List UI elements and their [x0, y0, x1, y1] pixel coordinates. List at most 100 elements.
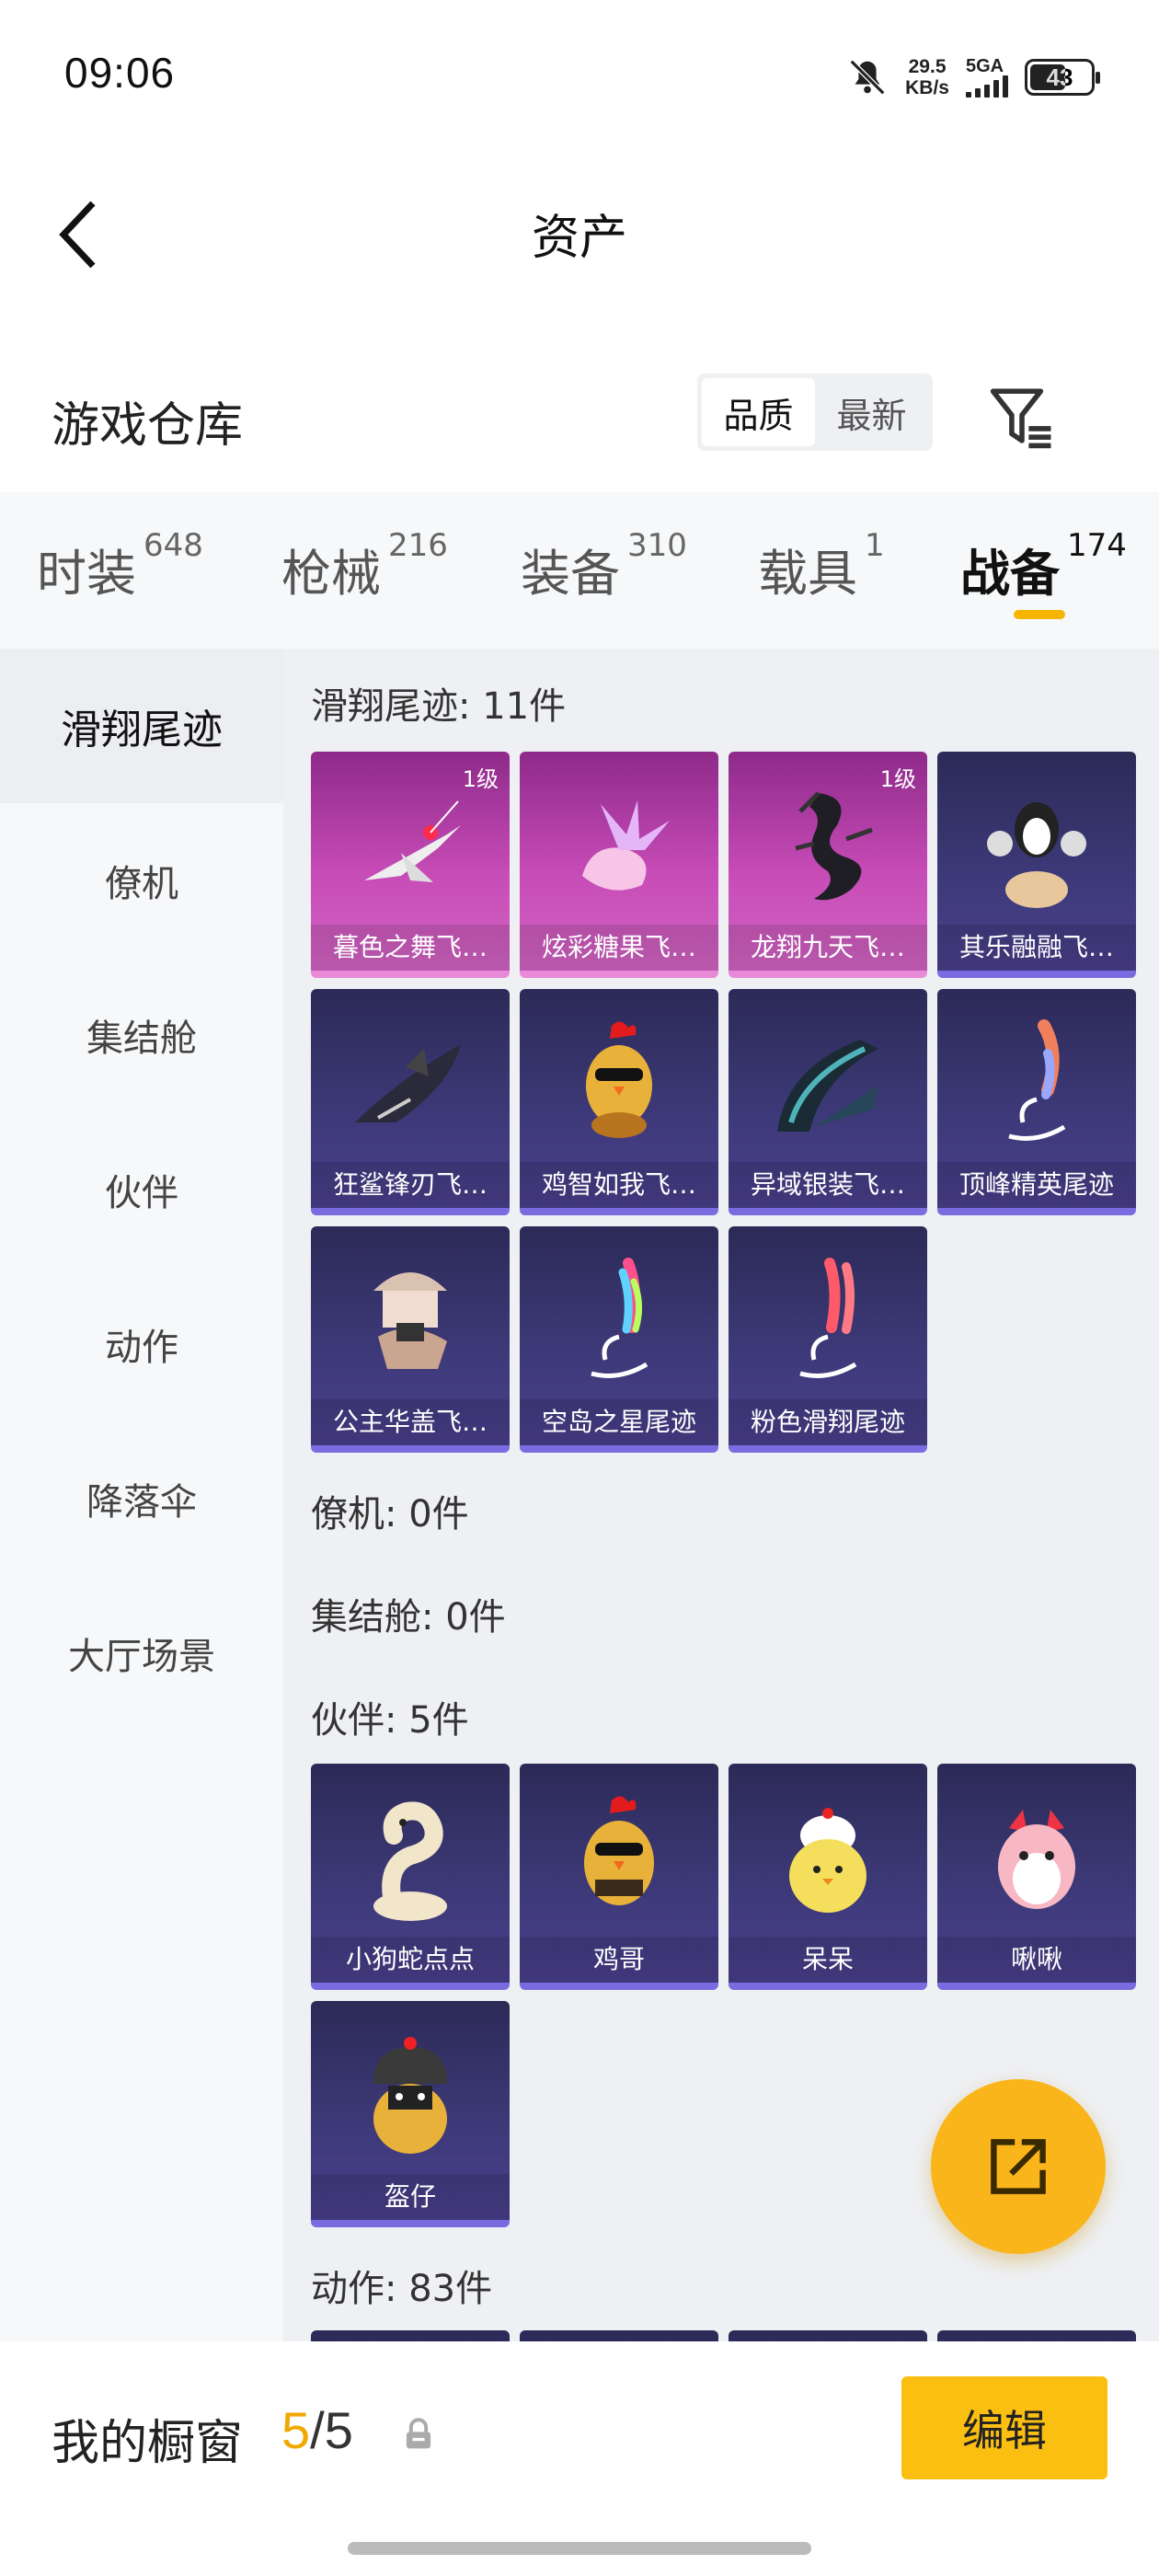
shark-icon [311, 1007, 510, 1164]
item-card[interactable]: 顶峰精英尾迹 [937, 989, 1136, 1215]
edit-button[interactable]: 编辑 [901, 2376, 1107, 2479]
tab-count: 174 [1067, 527, 1127, 564]
item-name: 小狗蛇点点 [311, 1937, 510, 1983]
item-card[interactable]: 小狗蛇点点 [311, 1764, 510, 1990]
sort-quality[interactable]: 品质 [702, 378, 815, 446]
jet-icon [311, 770, 510, 926]
sidebar-item-emote[interactable]: 动作 [0, 1267, 283, 1421]
sort-toggle: 品质 最新 [697, 374, 933, 451]
lock-icon [406, 2418, 431, 2449]
item-name: 盔仔 [311, 2174, 510, 2220]
tab-vehicles[interactable]: 载具 1 [758, 527, 885, 605]
showcase-current: 5 [281, 2401, 311, 2459]
tab-count: 648 [143, 527, 203, 564]
sidebar-item-partner[interactable]: 伙伴 [0, 1112, 283, 1267]
item-name: 龙翔九天飞… [729, 925, 927, 971]
share-button[interactable] [931, 2079, 1106, 2254]
speed-unit: KB/s [905, 77, 949, 98]
item-name: 炫彩糖果飞… [520, 925, 718, 971]
pink-trail-icon [729, 1245, 927, 1401]
item-name: 异域银装飞… [729, 1162, 927, 1208]
item-name: 粉色滑翔尾迹 [729, 1399, 927, 1445]
active-tab-indicator [1014, 610, 1065, 619]
item-card[interactable]: 1级 龙翔九天飞… [729, 752, 927, 978]
item-card[interactable]: 呆呆 [729, 1764, 927, 1990]
showcase-count: 5/5 [281, 2400, 353, 2460]
carriage-icon [311, 1245, 510, 1401]
sidebar-item-wingman[interactable]: 僚机 [0, 803, 283, 958]
sidebar-item-glide-trail[interactable]: 滑翔尾迹 [0, 649, 283, 803]
candy-icon [520, 770, 718, 926]
rainbow-trail-icon [520, 1245, 718, 1401]
tab-count: 310 [627, 527, 687, 564]
item-name: 啾啾 [937, 1937, 1136, 1983]
snake-icon [311, 1782, 510, 1938]
item-name: 空岛之星尾迹 [520, 1399, 718, 1445]
speed-value: 29.5 [908, 56, 947, 77]
showcase-total: /5 [310, 2401, 353, 2459]
item-card[interactable]: 啾啾 [937, 1764, 1136, 1990]
home-indicator[interactable] [348, 2542, 811, 2555]
item-name: 顶峰精英尾迹 [937, 1162, 1136, 1208]
showcase-label: 我的橱窗 [52, 2416, 244, 2471]
category-heading-emote: 动作: 83件 [311, 2268, 493, 2310]
battery-level: 43 [1046, 63, 1073, 91]
category-heading-wingman: 僚机: 0件 [311, 1493, 469, 1535]
page-title: 资产 [531, 211, 627, 266]
item-card[interactable] [937, 2330, 1136, 2341]
dragon-icon [729, 770, 927, 926]
item-name: 暮色之舞飞… [311, 925, 510, 971]
item-card[interactable]: 粉色滑翔尾迹 [729, 1226, 927, 1453]
warehouse-header: 游戏仓库 品质 最新 [0, 322, 1159, 492]
signal-indicator: 5GA [966, 57, 1008, 98]
status-time: 09:06 [64, 49, 176, 97]
tab-gear[interactable]: 战备 174 [960, 527, 1127, 605]
chicken-icon [520, 1007, 718, 1164]
tab-label: 战备 [960, 545, 1060, 603]
tab-guns[interactable]: 枪械 216 [281, 527, 448, 605]
tab-fashion[interactable]: 时装 648 [37, 527, 203, 605]
item-name: 呆呆 [729, 1937, 927, 1983]
sidebar-item-capsule[interactable]: 集结舱 [0, 958, 283, 1112]
item-card[interactable]: 狂鲨锋刃飞… [311, 989, 510, 1215]
sort-newest[interactable]: 最新 [815, 378, 928, 446]
category-heading-partner: 伙伴: 5件 [311, 1699, 469, 1742]
category-tabs: 时装 648 枪械 216 装备 310 载具 1 战备 174 [0, 492, 1159, 649]
item-card[interactable] [311, 2330, 510, 2341]
item-name: 公主华盖飞… [311, 1399, 510, 1445]
bird-icon [937, 1782, 1136, 1938]
item-card[interactable]: 空岛之星尾迹 [520, 1226, 718, 1453]
wing-icon [729, 1007, 927, 1164]
filter-icon[interactable] [988, 383, 1056, 451]
network-speed: 29.5 KB/s [905, 56, 949, 98]
rooster-icon [520, 1782, 718, 1938]
category-heading-glide: 滑翔尾迹: 11件 [311, 685, 567, 728]
item-card[interactable]: 1级 暮色之舞飞… [311, 752, 510, 978]
showcase-bar: 我的橱窗 5/5 编辑 [0, 2341, 1159, 2576]
item-card[interactable] [729, 2330, 927, 2341]
tab-label: 载具 [758, 545, 857, 603]
item-card[interactable] [520, 2330, 718, 2341]
item-card[interactable]: 炫彩糖果飞… [520, 752, 718, 978]
item-card[interactable]: 其乐融融飞… [937, 752, 1136, 978]
sidebar-item-parachute[interactable]: 降落伞 [0, 1421, 283, 1576]
tab-count: 216 [388, 527, 448, 564]
tab-label: 时装 [37, 545, 136, 603]
share-icon [991, 2139, 1046, 2194]
item-name: 其乐融融飞… [937, 925, 1136, 971]
chick-icon [729, 1782, 927, 1938]
item-name: 鸡智如我飞… [520, 1162, 718, 1208]
item-card[interactable]: 公主华盖飞… [311, 1226, 510, 1453]
item-card[interactable]: 鸡哥 [520, 1764, 718, 1990]
item-card[interactable]: 异域银装飞… [729, 989, 927, 1215]
status-bar: 09:06 29.5 KB/s 5GA 43 [0, 0, 1159, 156]
helmet-chick-icon [311, 2019, 510, 2176]
network-type: 5GA [966, 56, 1004, 76]
tab-equipment[interactable]: 装备 310 [521, 527, 687, 605]
item-card[interactable]: 鸡智如我飞… [520, 989, 718, 1215]
trail-icon [937, 1007, 1136, 1164]
sidebar-item-lobby-scene[interactable]: 大厅场景 [0, 1576, 283, 1731]
nav-bar: 资产 [0, 156, 1159, 322]
mute-bell-icon [849, 59, 886, 96]
item-card[interactable]: 盔仔 [311, 2001, 510, 2227]
